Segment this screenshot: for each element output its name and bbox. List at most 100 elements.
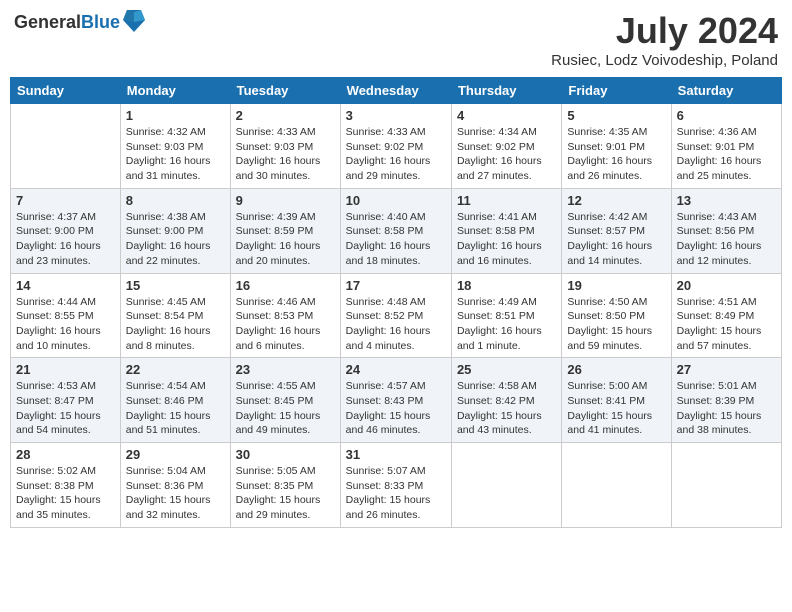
day-info: Sunrise: 4:54 AMSunset: 8:46 PMDaylight:…	[126, 379, 225, 438]
calendar-day-cell: 26Sunrise: 5:00 AMSunset: 8:41 PMDayligh…	[562, 358, 671, 443]
calendar-day-cell: 14Sunrise: 4:44 AMSunset: 8:55 PMDayligh…	[11, 273, 121, 358]
day-number: 1	[126, 108, 225, 123]
day-info: Sunrise: 5:07 AMSunset: 8:33 PMDaylight:…	[346, 464, 446, 523]
weekday-header-tuesday: Tuesday	[230, 78, 340, 104]
day-info: Sunrise: 5:01 AMSunset: 8:39 PMDaylight:…	[677, 379, 776, 438]
calendar-week-row: 7 Sunrise: 4:37 AMSunset: 9:00 PMDaylight…	[11, 188, 782, 273]
day-info: Sunrise: 4:35 AMSunset: 9:01 PMDaylight:…	[567, 125, 665, 184]
weekday-header-thursday: Thursday	[451, 78, 561, 104]
calendar-week-row: 21 Sunrise: 4:53 AMSunset: 8:47 PMDayligh…	[11, 358, 782, 443]
day-number: 23	[236, 362, 335, 377]
day-info: Sunrise: 4:51 AMSunset: 8:49 PMDaylight:…	[677, 295, 776, 354]
day-info: Sunrise: 4:45 AMSunset: 8:54 PMDaylight:…	[126, 295, 225, 354]
calendar-day-cell: 6 Sunrise: 4:36 AMSunset: 9:01 PMDaylight…	[671, 104, 781, 189]
calendar-day-cell: 20Sunrise: 4:51 AMSunset: 8:49 PMDayligh…	[671, 273, 781, 358]
calendar-day-cell: 27 Sunrise: 5:01 AMSunset: 8:39 PMDayligh…	[671, 358, 781, 443]
calendar-day-cell: 8 Sunrise: 4:38 AMSunset: 9:00 PMDaylight…	[120, 188, 230, 273]
day-number: 10	[346, 193, 446, 208]
calendar-day-cell: 1Sunrise: 4:32 AMSunset: 9:03 PMDaylight…	[120, 104, 230, 189]
calendar-day-cell: 9 Sunrise: 4:39 AMSunset: 8:59 PMDaylight…	[230, 188, 340, 273]
calendar-day-cell: 22Sunrise: 4:54 AMSunset: 8:46 PMDayligh…	[120, 358, 230, 443]
day-info: Sunrise: 4:55 AMSunset: 8:45 PMDaylight:…	[236, 379, 335, 438]
day-number: 24	[346, 362, 446, 377]
day-info: Sunrise: 4:36 AMSunset: 9:01 PMDaylight:…	[677, 125, 776, 184]
calendar-day-cell: 31 Sunrise: 5:07 AMSunset: 8:33 PMDayligh…	[340, 443, 451, 528]
weekday-header-friday: Friday	[562, 78, 671, 104]
calendar-week-row: 14Sunrise: 4:44 AMSunset: 8:55 PMDayligh…	[11, 273, 782, 358]
calendar-day-cell: 10 Sunrise: 4:40 AMSunset: 8:58 PMDayligh…	[340, 188, 451, 273]
day-info: Sunrise: 4:50 AMSunset: 8:50 PMDaylight:…	[567, 295, 665, 354]
empty-cell	[11, 104, 121, 189]
title-block: July 2024 Rusiec, Lodz Voivodeship, Pola…	[551, 10, 778, 69]
month-year: July 2024	[551, 10, 778, 52]
day-number: 11	[457, 193, 556, 208]
weekday-header-wednesday: Wednesday	[340, 78, 451, 104]
day-number: 15	[126, 278, 225, 293]
day-number: 5	[567, 108, 665, 123]
day-info: Sunrise: 4:41 AMSunset: 8:58 PMDaylight:…	[457, 210, 556, 269]
day-info: Sunrise: 4:53 AMSunset: 8:47 PMDaylight:…	[16, 379, 115, 438]
calendar-day-cell: 16 Sunrise: 4:46 AMSunset: 8:53 PMDayligh…	[230, 273, 340, 358]
logo-icon	[123, 8, 145, 34]
calendar-day-cell: 11 Sunrise: 4:41 AMSunset: 8:58 PMDayligh…	[451, 188, 561, 273]
day-info: Sunrise: 5:02 AMSunset: 8:38 PMDaylight:…	[16, 464, 115, 523]
day-number: 27	[677, 362, 776, 377]
calendar-day-cell: 4 Sunrise: 4:34 AMSunset: 9:02 PMDaylight…	[451, 104, 561, 189]
calendar-day-cell: 19Sunrise: 4:50 AMSunset: 8:50 PMDayligh…	[562, 273, 671, 358]
day-info: Sunrise: 4:42 AMSunset: 8:57 PMDaylight:…	[567, 210, 665, 269]
calendar-day-cell: 23 Sunrise: 4:55 AMSunset: 8:45 PMDayligh…	[230, 358, 340, 443]
day-number: 12	[567, 193, 665, 208]
day-number: 4	[457, 108, 556, 123]
day-number: 16	[236, 278, 335, 293]
day-number: 2	[236, 108, 335, 123]
day-info: Sunrise: 4:39 AMSunset: 8:59 PMDaylight:…	[236, 210, 335, 269]
logo-general: General	[14, 12, 81, 32]
day-number: 3	[346, 108, 446, 123]
calendar-day-cell: 30 Sunrise: 5:05 AMSunset: 8:35 PMDayligh…	[230, 443, 340, 528]
day-number: 13	[677, 193, 776, 208]
day-number: 7	[16, 193, 115, 208]
day-number: 6	[677, 108, 776, 123]
day-number: 9	[236, 193, 335, 208]
calendar-week-row: 1Sunrise: 4:32 AMSunset: 9:03 PMDaylight…	[11, 104, 782, 189]
day-number: 8	[126, 193, 225, 208]
day-info: Sunrise: 4:46 AMSunset: 8:53 PMDaylight:…	[236, 295, 335, 354]
day-info: Sunrise: 5:05 AMSunset: 8:35 PMDaylight:…	[236, 464, 335, 523]
calendar-day-cell: 28 Sunrise: 5:02 AMSunset: 8:38 PMDayligh…	[11, 443, 121, 528]
day-number: 17	[346, 278, 446, 293]
day-info: Sunrise: 4:37 AMSunset: 9:00 PMDaylight:…	[16, 210, 115, 269]
weekday-header-sunday: Sunday	[11, 78, 121, 104]
day-info: Sunrise: 4:40 AMSunset: 8:58 PMDaylight:…	[346, 210, 446, 269]
page-header: GeneralBlue July 2024 Rusiec, Lodz Voivo…	[10, 10, 782, 69]
weekday-header-monday: Monday	[120, 78, 230, 104]
weekday-header-saturday: Saturday	[671, 78, 781, 104]
empty-cell	[451, 443, 561, 528]
calendar-day-cell: 5 Sunrise: 4:35 AMSunset: 9:01 PMDaylight…	[562, 104, 671, 189]
day-info: Sunrise: 4:48 AMSunset: 8:52 PMDaylight:…	[346, 295, 446, 354]
day-number: 31	[346, 447, 446, 462]
calendar-day-cell: 25Sunrise: 4:58 AMSunset: 8:42 PMDayligh…	[451, 358, 561, 443]
calendar-day-cell: 12 Sunrise: 4:42 AMSunset: 8:57 PMDayligh…	[562, 188, 671, 273]
location: Rusiec, Lodz Voivodeship, Poland	[551, 52, 778, 69]
calendar-day-cell: 17 Sunrise: 4:48 AMSunset: 8:52 PMDayligh…	[340, 273, 451, 358]
day-number: 25	[457, 362, 556, 377]
calendar-day-cell: 2Sunrise: 4:33 AMSunset: 9:03 PMDaylight…	[230, 104, 340, 189]
day-info: Sunrise: 4:44 AMSunset: 8:55 PMDaylight:…	[16, 295, 115, 354]
calendar-day-cell: 18Sunrise: 4:49 AMSunset: 8:51 PMDayligh…	[451, 273, 561, 358]
calendar-day-cell: 15 Sunrise: 4:45 AMSunset: 8:54 PMDayligh…	[120, 273, 230, 358]
day-info: Sunrise: 4:38 AMSunset: 9:00 PMDaylight:…	[126, 210, 225, 269]
day-info: Sunrise: 4:49 AMSunset: 8:51 PMDaylight:…	[457, 295, 556, 354]
day-info: Sunrise: 4:34 AMSunset: 9:02 PMDaylight:…	[457, 125, 556, 184]
calendar-day-cell: 29Sunrise: 5:04 AMSunset: 8:36 PMDayligh…	[120, 443, 230, 528]
calendar-day-cell: 3 Sunrise: 4:33 AMSunset: 9:02 PMDaylight…	[340, 104, 451, 189]
calendar-day-cell: 13Sunrise: 4:43 AMSunset: 8:56 PMDayligh…	[671, 188, 781, 273]
calendar-day-cell: 24Sunrise: 4:57 AMSunset: 8:43 PMDayligh…	[340, 358, 451, 443]
day-number: 30	[236, 447, 335, 462]
empty-cell	[671, 443, 781, 528]
logo-blue: Blue	[81, 12, 120, 32]
day-info: Sunrise: 4:33 AMSunset: 9:02 PMDaylight:…	[346, 125, 446, 184]
day-number: 21	[16, 362, 115, 377]
calendar-day-cell: 21 Sunrise: 4:53 AMSunset: 8:47 PMDayligh…	[11, 358, 121, 443]
day-number: 28	[16, 447, 115, 462]
logo: GeneralBlue	[14, 10, 145, 34]
